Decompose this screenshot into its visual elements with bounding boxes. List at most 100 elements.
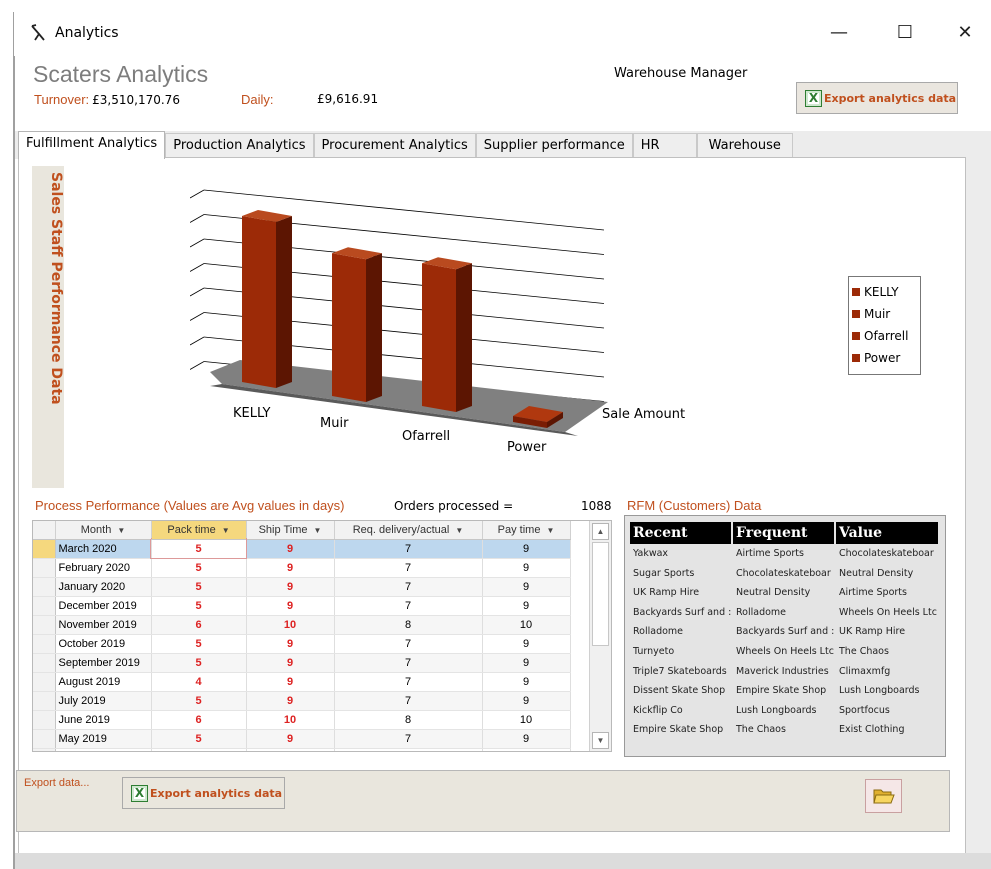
month-cell[interactable]: August 2019 <box>55 672 152 692</box>
month-cell[interactable]: September 2019 <box>55 653 152 673</box>
table-row[interactable]: October 2019 5 9 7 9 <box>33 634 571 654</box>
tab-hr[interactable]: HR <box>632 133 697 159</box>
tab-warehouse[interactable]: Warehouse <box>696 133 793 159</box>
pay-time-cell[interactable]: 9 <box>482 748 571 751</box>
column-header-month[interactable]: Month ▼ <box>55 521 152 540</box>
pack-time-cell[interactable]: 5 <box>150 538 247 559</box>
tab-supplier-performance[interactable]: Supplier performance <box>475 133 633 159</box>
ship-time-cell[interactable]: 9 <box>246 634 335 654</box>
req-delivery-cell[interactable]: 8 <box>334 615 483 635</box>
pack-time-cell[interactable]: 5 <box>151 729 247 749</box>
row-selector[interactable] <box>33 653 56 673</box>
ship-time-cell[interactable]: 9 <box>246 577 335 597</box>
pay-time-cell[interactable]: 9 <box>482 596 571 616</box>
dropdown-icon[interactable]: ▼ <box>117 526 125 535</box>
ship-time-cell[interactable]: 9 <box>246 653 335 673</box>
pay-time-cell[interactable]: 9 <box>482 558 571 578</box>
dropdown-icon[interactable]: ▼ <box>455 526 463 535</box>
row-selector[interactable] <box>33 558 56 578</box>
table-row[interactable]: January 2020 5 9 7 9 <box>33 577 571 597</box>
scroll-up-icon[interactable]: ▲ <box>592 523 609 540</box>
column-header-ship-time[interactable]: Ship Time ▼ <box>246 521 335 540</box>
req-delivery-cell[interactable]: 7 <box>334 596 483 616</box>
ship-time-cell[interactable]: 10 <box>246 615 335 635</box>
row-selector[interactable] <box>33 634 56 654</box>
pack-time-cell[interactable]: 6 <box>151 710 247 730</box>
req-delivery-cell[interactable]: 7 <box>334 748 483 751</box>
table-row[interactable]: September 2019 5 9 7 9 <box>33 653 571 673</box>
scroll-down-icon[interactable]: ▼ <box>592 732 609 749</box>
ship-time-cell[interactable]: 9 <box>246 729 335 749</box>
row-selector[interactable] <box>33 710 56 730</box>
pack-time-cell[interactable]: 5 <box>151 577 247 597</box>
req-delivery-cell[interactable]: 7 <box>334 577 483 597</box>
row-selector[interactable] <box>33 615 56 635</box>
req-delivery-cell[interactable]: 7 <box>334 558 483 578</box>
month-cell[interactable]: March 2020 <box>55 539 152 559</box>
pack-time-cell[interactable]: 5 <box>151 653 247 673</box>
month-cell[interactable]: February 2020 <box>55 558 152 578</box>
table-row[interactable]: February 2020 5 9 7 9 <box>33 558 571 578</box>
grid-scrollbar[interactable]: ▲ ▼ <box>589 521 611 751</box>
tab-production-analytics[interactable]: Production Analytics <box>165 133 314 159</box>
table-row[interactable]: March 2020 5 9 7 9 <box>33 538 571 559</box>
month-cell[interactable]: October 2019 <box>55 634 152 654</box>
pay-time-cell[interactable]: 9 <box>482 634 571 654</box>
req-delivery-cell[interactable]: 8 <box>334 710 483 730</box>
ship-time-cell[interactable]: 9 <box>246 748 335 751</box>
row-selector[interactable] <box>33 577 56 597</box>
tab-procurement-analytics[interactable]: Procurement Analytics <box>313 133 476 159</box>
column-header-pack-time[interactable]: Pack time ▼ <box>151 521 247 540</box>
pay-time-cell[interactable]: 9 <box>482 729 571 749</box>
ship-time-cell[interactable]: 9 <box>246 672 335 692</box>
table-row[interactable]: April 20195979 <box>33 748 571 751</box>
month-cell[interactable]: April 2019 <box>55 748 152 751</box>
req-delivery-cell[interactable]: 7 <box>334 729 483 749</box>
scroll-thumb[interactable] <box>592 542 609 646</box>
pack-time-cell[interactable]: 5 <box>151 596 247 616</box>
table-row[interactable]: May 2019 5 9 7 9 <box>33 729 571 749</box>
select-all-corner[interactable] <box>33 521 56 540</box>
pay-time-cell[interactable]: 9 <box>482 577 571 597</box>
req-delivery-cell[interactable]: 7 <box>334 539 483 559</box>
table-row[interactable]: July 2019 5 9 7 9 <box>33 691 571 711</box>
pay-time-cell[interactable]: 9 <box>482 539 571 559</box>
table-row[interactable]: August 2019 4 9 7 9 <box>33 672 571 692</box>
month-cell[interactable]: May 2019 <box>55 729 152 749</box>
req-delivery-cell[interactable]: 7 <box>334 672 483 692</box>
pack-time-cell[interactable]: 5 <box>151 691 247 711</box>
export-analytics-button[interactable]: X Export analytics data <box>122 777 285 809</box>
table-row[interactable]: November 2019 6 10 8 10 <box>33 615 571 635</box>
pack-time-cell[interactable]: 6 <box>151 615 247 635</box>
column-header-pay-time[interactable]: Pay time ▼ <box>482 521 571 540</box>
dropdown-icon[interactable]: ▼ <box>222 526 230 535</box>
pay-time-cell[interactable]: 10 <box>482 710 571 730</box>
pack-time-cell[interactable]: 5 <box>151 748 247 751</box>
column-header-req-delivery[interactable]: Req. delivery/actual ▼ <box>334 521 483 540</box>
month-cell[interactable]: December 2019 <box>55 596 152 616</box>
req-delivery-cell[interactable]: 7 <box>334 653 483 673</box>
close-button[interactable]: ✕ <box>943 18 987 48</box>
dropdown-icon[interactable]: ▼ <box>314 526 322 535</box>
row-selector[interactable] <box>33 691 56 711</box>
month-cell[interactable]: June 2019 <box>55 710 152 730</box>
ship-time-cell[interactable]: 9 <box>246 691 335 711</box>
row-selector[interactable] <box>33 596 56 616</box>
pack-time-cell[interactable]: 5 <box>151 634 247 654</box>
req-delivery-cell[interactable]: 7 <box>334 634 483 654</box>
pack-time-cell[interactable]: 4 <box>151 672 247 692</box>
month-cell[interactable]: July 2019 <box>55 691 152 711</box>
row-selector[interactable] <box>33 748 56 751</box>
month-cell[interactable]: January 2020 <box>55 577 152 597</box>
month-cell[interactable]: November 2019 <box>55 615 152 635</box>
table-row[interactable]: June 2019 6 10 8 10 <box>33 710 571 730</box>
pack-time-cell[interactable]: 5 <box>151 558 247 578</box>
pay-time-cell[interactable]: 9 <box>482 672 571 692</box>
pay-time-cell[interactable]: 9 <box>482 691 571 711</box>
pay-time-cell[interactable]: 9 <box>482 653 571 673</box>
row-selector[interactable] <box>33 672 56 692</box>
ship-time-cell[interactable]: 9 <box>246 539 335 559</box>
ship-time-cell[interactable]: 9 <box>246 596 335 616</box>
maximize-button[interactable]: ☐ <box>883 18 927 48</box>
dropdown-icon[interactable]: ▼ <box>546 526 554 535</box>
